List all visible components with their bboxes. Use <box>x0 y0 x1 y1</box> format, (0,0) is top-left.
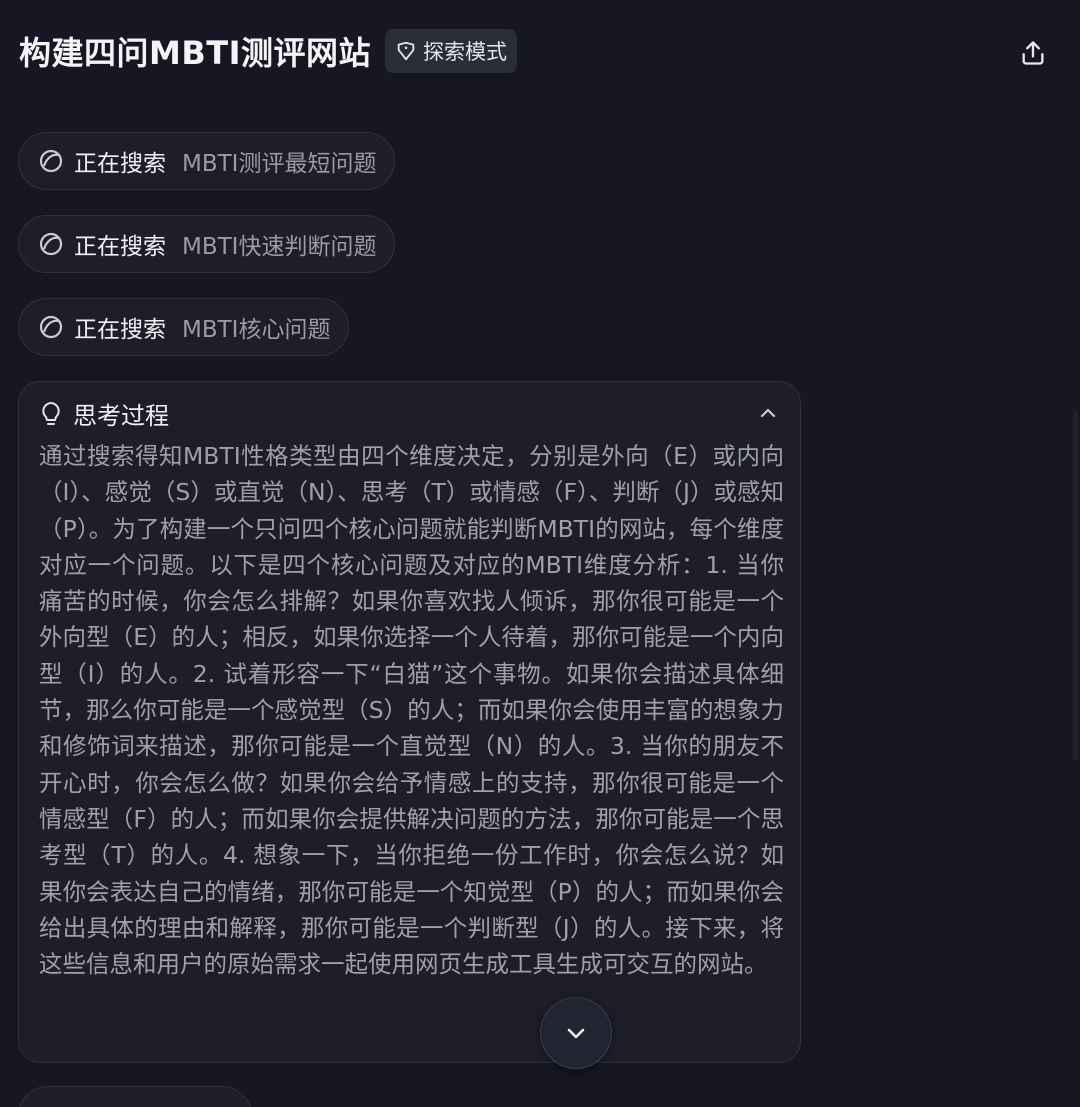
search-status-pill[interactable]: 正在搜索 MBTI测评最短问题 <box>18 132 396 190</box>
collapse-button[interactable] <box>755 400 781 426</box>
share-upload-icon <box>1022 41 1044 65</box>
chevron-down-icon <box>567 1028 585 1039</box>
search-status-pill[interactable]: 正在搜索 MBTI快速判断问题 <box>18 215 396 273</box>
search-spinner-icon <box>38 231 64 257</box>
explore-mode-badge[interactable]: 探索模式 <box>384 29 517 73</box>
tag-icon <box>397 41 415 61</box>
lightbulb-icon <box>39 401 63 427</box>
page-title: 构建四问MBTI测评网站 <box>19 34 371 72</box>
search-status-label: 正在搜索 <box>74 234 166 260</box>
mode-badge-label: 探索模式 <box>422 40 507 64</box>
thinking-process-card: 思考过程 通过搜索得知MBTI性格类型由四个维度决定，分别是外向（E）或内向（I… <box>18 381 801 1063</box>
search-status-pill[interactable]: 正在搜索 MBTI核心问题 <box>18 298 350 356</box>
next-status-pill[interactable] <box>18 1086 252 1107</box>
search-spinner-icon <box>38 314 64 340</box>
search-spinner-icon <box>38 148 64 174</box>
header: 构建四问MBTI测评网站 探索模式 <box>19 28 517 74</box>
search-query-text: MBTI测评最短问题 <box>182 151 377 177</box>
scrollbar[interactable] <box>1073 410 1078 760</box>
share-button[interactable] <box>1014 34 1052 72</box>
thinking-text: 通过搜索得知MBTI性格类型由四个维度决定，分别是外向（E）或内向（I）、感觉（… <box>39 442 784 979</box>
thinking-header[interactable]: 思考过程 <box>39 396 169 431</box>
search-status-label: 正在搜索 <box>74 151 166 177</box>
thinking-title: 思考过程 <box>73 402 169 430</box>
chevron-up-icon <box>760 408 776 418</box>
chat-page: 构建四问MBTI测评网站 探索模式 正在搜索 MBTI测评最短问题 正在搜索 M… <box>0 0 1080 1107</box>
scroll-to-bottom-button[interactable] <box>540 997 612 1069</box>
search-status-label: 正在搜索 <box>74 317 166 343</box>
search-query-text: MBTI快速判断问题 <box>182 234 377 260</box>
search-query-text: MBTI核心问题 <box>182 317 331 343</box>
